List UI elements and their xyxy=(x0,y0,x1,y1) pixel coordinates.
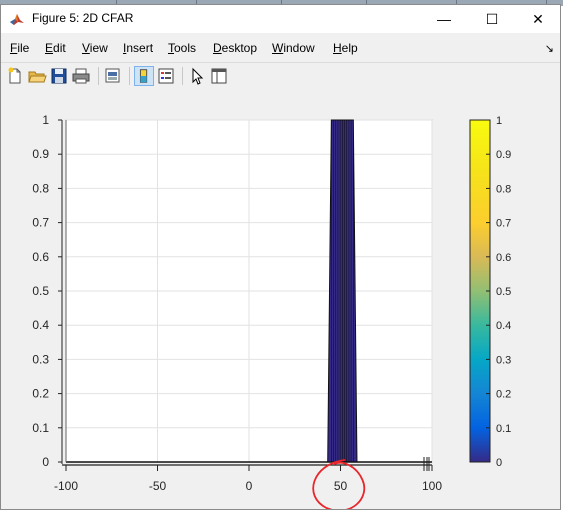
colorbar-tick-label: 0 xyxy=(496,457,502,469)
plot-canvas[interactable]: 0 0.1 0.2 0.3 0.4 0.5 0.6 0.7 0.8 0.9 1 -100 -50 0 50 1… xyxy=(1,89,562,512)
matlab-icon xyxy=(10,14,24,25)
menu-desktop[interactable]: Desktop xyxy=(213,41,257,55)
y-tick-label: 1 xyxy=(42,113,49,127)
close-button[interactable]: ✕ xyxy=(515,5,561,33)
colorbar-tick-label: 0.7 xyxy=(496,218,511,230)
figure-canvas: 0 0.1 0.2 0.3 0.4 0.5 0.6 0.7 0.8 0.9 1 -100 -50 0 50 1… xyxy=(1,89,562,512)
y-tick-label: 0.2 xyxy=(32,387,49,401)
insert-colorbar-icon[interactable] xyxy=(134,66,154,86)
property-editor-icon[interactable] xyxy=(209,66,229,86)
x-tick-label: -100 xyxy=(54,479,78,493)
y-tick-label: 0.7 xyxy=(32,216,49,230)
toolbar-separator xyxy=(98,67,99,85)
insert-legend-icon[interactable] xyxy=(156,66,176,86)
colorbar-tick-label: 0.5 xyxy=(496,286,511,298)
maximize-button[interactable]: ☐ xyxy=(469,5,515,33)
x-tick-label: 0 xyxy=(246,479,253,493)
colorbar-tick-label: 0.2 xyxy=(496,389,511,401)
y-tick-label: 0.5 xyxy=(32,284,49,298)
save-icon[interactable] xyxy=(49,66,69,86)
menu-bar: File Edit View Insert Tools Desktop Wind… xyxy=(1,39,560,59)
figure-toolbar xyxy=(1,62,560,90)
toolbar-separator xyxy=(129,67,130,85)
colorbar-tick-label: 0.4 xyxy=(496,320,511,332)
x-tick-label: -50 xyxy=(149,479,167,493)
y-tick-label: 0.3 xyxy=(32,352,49,366)
window-title: Figure 5: 2D CFAR xyxy=(32,11,134,25)
print-preview-icon[interactable] xyxy=(103,66,123,86)
menu-insert[interactable]: Insert xyxy=(123,41,153,55)
pointer-icon[interactable] xyxy=(187,66,207,86)
colorbar-tick-label: 0.8 xyxy=(496,183,511,195)
toolbar-separator xyxy=(182,67,183,85)
menu-help[interactable]: Help xyxy=(333,41,358,55)
y-tick-label: 0.1 xyxy=(32,421,49,435)
colorbar-tick-label: 0.6 xyxy=(496,252,511,264)
y-tick-label: 0.4 xyxy=(32,318,49,332)
colorbar-tick-label: 0.3 xyxy=(496,354,511,366)
open-file-icon[interactable] xyxy=(27,66,47,86)
menu-window[interactable]: Window xyxy=(272,41,315,55)
x-tick-label: 100 xyxy=(422,479,442,493)
new-figure-icon[interactable] xyxy=(5,66,25,86)
y-tick-label: 0.9 xyxy=(32,147,49,161)
menu-file[interactable]: File xyxy=(10,41,29,55)
print-icon[interactable] xyxy=(71,66,91,86)
menu-view[interactable]: View xyxy=(82,41,108,55)
figure-window: Figure 5: 2D CFAR — ☐ ✕ File Edit View I… xyxy=(0,4,562,512)
menu-tools[interactable]: Tools xyxy=(168,41,196,55)
colorbar-tick-label: 0.1 xyxy=(496,423,511,435)
dock-figure-icon[interactable]: ↘ xyxy=(545,42,554,55)
minimize-button[interactable]: — xyxy=(421,5,467,33)
colorbar-tick-label: 0.9 xyxy=(496,149,511,161)
menu-edit[interactable]: Edit xyxy=(45,41,66,55)
colorbar-tick-label: 1 xyxy=(496,115,502,127)
title-bar[interactable]: Figure 5: 2D CFAR — ☐ ✕ xyxy=(1,5,560,33)
y-tick-label: 0.6 xyxy=(32,250,49,264)
x-tick-label: 50 xyxy=(334,479,348,493)
y-tick-label: 0.8 xyxy=(32,181,49,195)
y-tick-label: 0 xyxy=(42,455,49,469)
